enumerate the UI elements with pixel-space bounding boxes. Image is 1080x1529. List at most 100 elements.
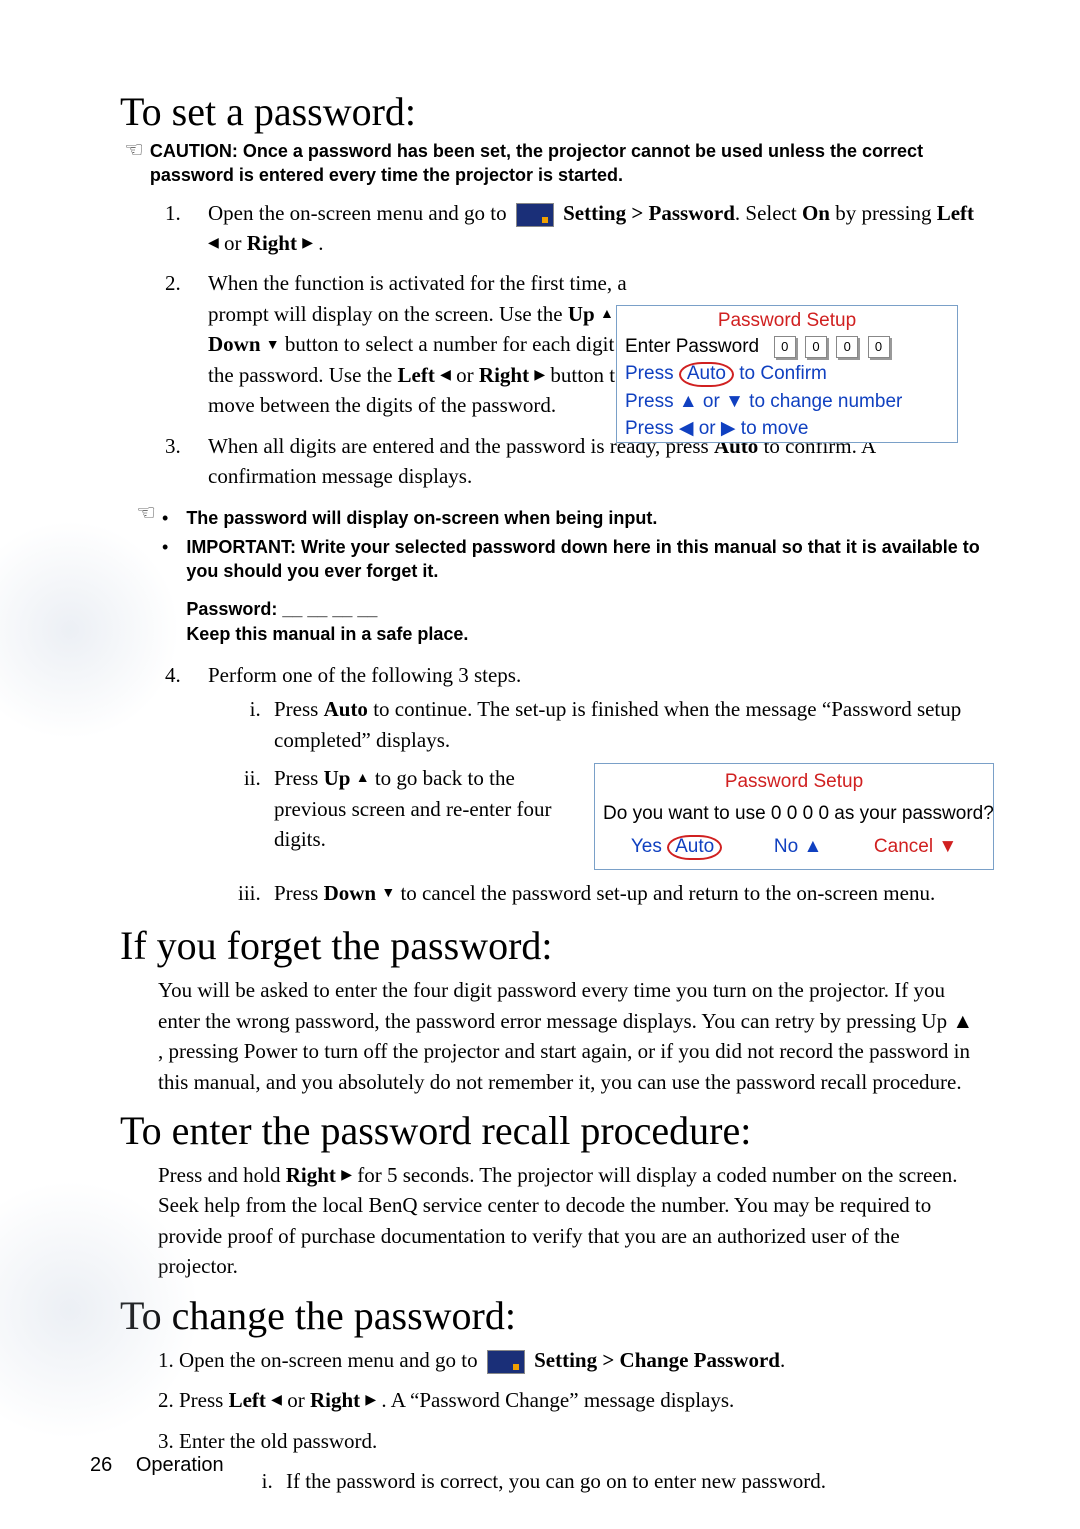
section-label: Operation [136,1454,224,1476]
text: Open the on-screen menu and go to [208,201,512,225]
osd-yes: Yes Auto [631,833,722,861]
text: 1. Open the on-screen menu and go to [158,1348,483,1372]
left-icon: ◀ [271,1394,282,1408]
change-step-1: 1. Open the on-screen menu and go to Set… [158,1345,980,1375]
numbered-steps-continued: Perform one of the following 3 steps. Pr… [158,660,980,908]
right-icon: ▶ [534,369,545,383]
text: Down [208,332,261,356]
substep-i: Press Auto to continue. The set-up is fi… [266,694,980,755]
heading-recall: To enter the password recall procedure: [120,1107,980,1154]
text: . [780,1348,785,1372]
osd-no: No ▲ [774,833,822,861]
forget-paragraph: You will be asked to enter the four digi… [158,975,980,1097]
roman-substeps: Press Auto to continue. The set-up is fi… [238,694,980,908]
auto-highlight-icon: Auto [679,362,734,387]
text: Right [286,1163,336,1187]
digit-box: 0 [774,336,796,358]
bullet-icon: • [162,535,168,560]
notes-block: ☞ • The password will display on-screen … [120,502,980,650]
substep-iii: Press Down ▼ to cancel the password set-… [266,878,980,908]
text: 2. Press [158,1388,229,1412]
note-password-blank: Password: __ __ __ __ [186,597,980,621]
text: to Confirm [739,363,827,384]
osd-row-change: Press ▲ or ▼ to change number [617,389,957,415]
step-1: Open the on-screen menu and go to Settin… [186,198,980,259]
text: When the function is activated for the f… [208,271,627,325]
osd-title: Password Setup [617,306,957,334]
text: by pressing [830,201,937,225]
digit-box: 0 [836,336,858,358]
caution-note: ☞ CAUTION: Once a password has been set,… [120,139,980,188]
menu-path: Setting > Change Password [534,1348,780,1372]
recall-paragraph: Press and hold Right ▶ for 5 seconds. Th… [158,1160,980,1282]
text: Left [229,1388,266,1412]
substep-ii: Press Up ▲ to go back to the previous sc… [266,763,980,870]
down-icon: ▼ [381,887,395,901]
page-number: 26 [90,1454,112,1476]
osd-confirm-dialog: Password Setup Do you want to use 0 0 0 … [594,763,994,870]
text: Up [324,766,351,790]
up-icon: ▲ [600,308,614,322]
change-substep-i: If the password is correct, you can go o… [278,1466,980,1496]
note-display: The password will display on-screen when… [186,506,657,530]
heading-change: To change the password: [120,1292,980,1339]
text: or [224,231,247,255]
text: Perform one of the following 3 steps. [208,663,521,687]
menu-icon [487,1350,525,1374]
text: Down [324,881,377,905]
text: . A “Password Change” message displays. [381,1388,734,1412]
osd-row-move: Press ◀ or ▶ to move [617,415,957,442]
text: or [287,1388,310,1412]
osd-question: Do you want to use 0 0 0 0 as your passw… [595,798,993,830]
osd-cancel: Cancel ▼ [874,833,957,861]
change-step-3: 3. Enter the old password. [158,1426,980,1456]
right-icon: ▶ [302,237,313,251]
text: Right [310,1388,360,1412]
osd-row-confirm: Press Auto to Confirm [617,360,957,389]
note-keep-safe: Keep this manual in a safe place. [186,622,980,646]
text: On [802,201,830,225]
text: . [318,231,323,255]
up-icon: ▲ [356,772,370,786]
left-icon: ◀ [208,237,219,251]
change-substeps: If the password is correct, you can go o… [250,1466,980,1496]
left-icon: ◀ [440,369,451,383]
down-icon: ▼ [266,339,280,353]
text: Up [568,302,595,326]
text: Press [274,697,324,721]
digit-box: 0 [805,336,827,358]
bullet-icon: • [162,506,168,531]
page: To set a password: ☞ CAUTION: Once a pas… [0,0,1080,1529]
text: Press and hold [158,1163,286,1187]
text: Press [274,766,324,790]
text: Left [398,363,435,387]
text: to continue. The set-up is finished when… [274,697,961,751]
text: Enter Password [625,336,759,357]
heading-set-password: To set a password: [120,88,980,135]
osd-password-setup: Password Setup Enter Password 0 0 0 0 Pr… [616,305,958,443]
text: Right [479,363,529,387]
caution-text: CAUTION: Once a password has been set, t… [150,139,980,188]
text: . Select [735,201,802,225]
text: Left [937,201,974,225]
text: Right [247,231,297,255]
hand-icon: ☞ [120,139,144,161]
hand-icon: ☞ [120,502,156,524]
heading-forget: If you forget the password: [120,922,980,969]
step-4: Perform one of the following 3 steps. Pr… [186,660,980,908]
menu-path: Setting > Password [563,201,735,225]
text: or [456,363,479,387]
right-icon: ▶ [365,1394,376,1408]
note-important: IMPORTANT: Write your selected password … [186,535,980,584]
osd-title: Password Setup [595,764,993,798]
page-footer: 26 Operation [90,1454,224,1477]
change-step-2: 2. Press Left ◀ or Right ▶ . A “Password… [158,1385,980,1415]
text: Auto [324,697,368,721]
auto-highlight-icon: Auto [667,835,722,860]
menu-icon [516,203,554,227]
digit-box: 0 [868,336,890,358]
text: Press [274,881,324,905]
text: Press [625,363,674,384]
text: to cancel the password set-up and return… [400,881,935,905]
right-icon: ▶ [341,1169,352,1183]
